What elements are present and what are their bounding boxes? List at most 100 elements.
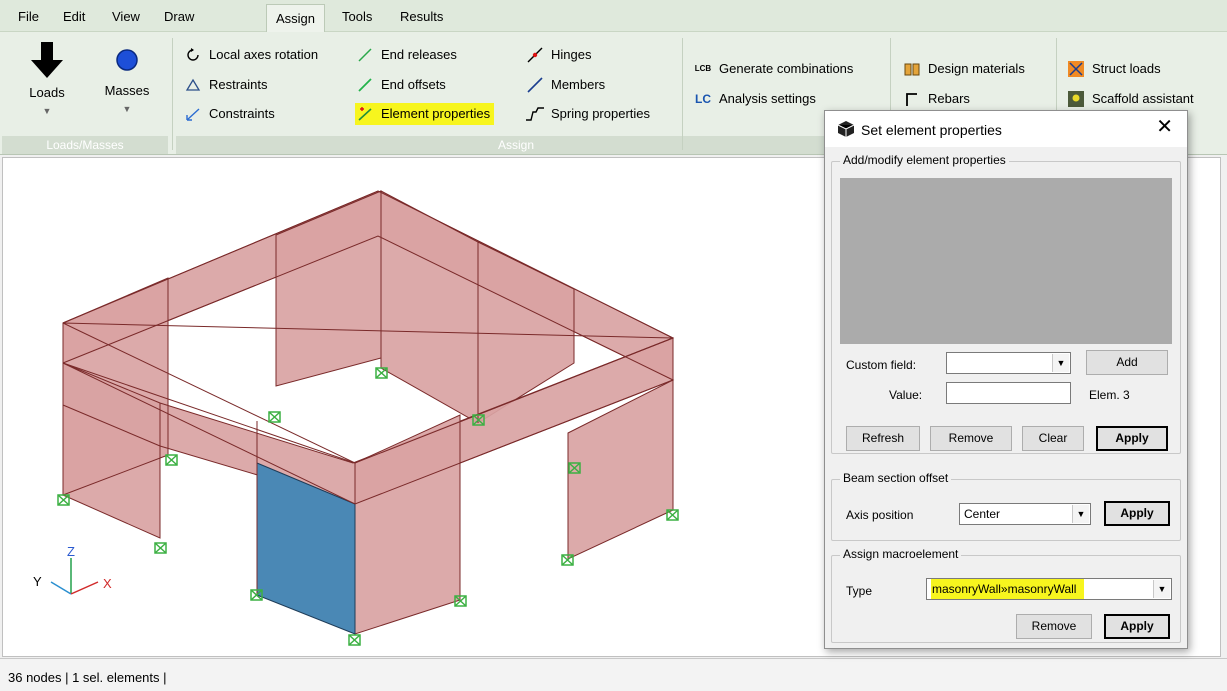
analysis-settings-button[interactable]: LC Analysis settings [693,88,816,110]
axis-z-label: Z [67,544,75,559]
group-label-assign: Assign [176,136,856,154]
hinges-button[interactable]: Hinges [525,44,591,66]
menu-tools[interactable]: Tools [336,9,378,29]
members-label: Members [551,77,606,92]
dialog-titlebar[interactable]: Set element properties ✕ [825,111,1187,147]
custom-field-dropdown[interactable]: ▼ [946,352,1071,374]
element-properties-label: Element properties [381,106,491,121]
scaffold-icon [1066,90,1086,108]
end-releases-label: End releases [381,47,457,62]
beam-offset-group: Beam section offset Axis position Center… [831,471,1181,541]
rotate-icon [183,46,203,64]
axis-position-label: Axis position [846,508,914,522]
scaffold-assistant-label: Scaffold assistant [1092,91,1194,106]
spring-properties-label: Spring properties [551,106,650,121]
dialog-title: Set element properties [861,122,1002,138]
rebars-button[interactable]: Rebars [902,88,970,110]
design-materials-button[interactable]: Design materials [902,58,1025,80]
rebars-label: Rebars [928,91,970,106]
scaffold-assistant-button[interactable]: Scaffold assistant [1066,88,1194,110]
macroelement-type-dropdown[interactable]: masonryWall»masonryWall ▼ [926,578,1172,600]
add-modify-group: Add/modify element properties Custom fie… [831,153,1181,454]
masses-button[interactable]: Masses ▼ [96,44,158,114]
properties-grid[interactable] [840,178,1172,344]
local-axes-rotation-label: Local axes rotation [209,47,319,62]
type-label: Type [846,584,873,598]
menu-view[interactable]: View [106,9,146,29]
support-icon [165,454,178,466]
close-icon[interactable]: ✕ [1156,117,1173,137]
lc-icon: LC [695,92,711,106]
status-bar: 36 nodes | 1 sel. elements | [0,658,1227,691]
spring-icon [525,105,545,123]
menu-file[interactable]: File [12,9,45,29]
value-input[interactable] [946,382,1071,404]
lcb-icon: LCB [694,64,712,73]
menu-results[interactable]: Results [394,9,449,29]
macroelement-legend: Assign macroelement [840,547,962,561]
menu-bar: File Edit View Draw Assign Tools Results [0,0,1227,33]
local-axes-rotation-button[interactable]: Local axes rotation [183,44,318,66]
axes-triad-icon: Z Y X [33,544,112,595]
axis-y-label: Y [33,574,42,589]
hinges-label: Hinges [551,47,592,62]
loads-button[interactable]: Loads ▼ [16,40,78,116]
macroelement-apply-button[interactable]: Apply [1104,614,1170,639]
chevron-down-icon: ▼ [1153,580,1170,598]
group-label-loads-masses: Loads/Masses [2,136,168,154]
status-text: 36 nodes | 1 sel. elements | [8,670,167,685]
add-modify-legend: Add/modify element properties [840,153,1009,167]
macroelement-remove-button[interactable]: Remove [1016,614,1092,639]
struct-loads-label: Struct loads [1092,61,1161,76]
book-icon [902,60,922,78]
clear-button[interactable]: Clear [1022,426,1084,451]
end-offsets-button[interactable]: End offsets [355,74,446,96]
axis-position-dropdown[interactable]: Center ▼ [959,503,1091,525]
divider [682,38,683,150]
beam-offset-apply-button[interactable]: Apply [1104,501,1170,526]
add-button[interactable]: Add [1086,350,1168,375]
custom-field-label: Custom field: [846,358,917,372]
elem-count: Elem. 3 [1089,388,1130,402]
end-offsets-icon [355,76,375,94]
support-icon [154,542,167,554]
axis-x-label: X [103,576,112,591]
apply-button[interactable]: Apply [1096,426,1168,451]
restraints-label: Restraints [209,77,268,92]
chevron-down-icon: ▼ [1052,354,1069,372]
value-label: Value: [889,388,923,402]
remove-button[interactable]: Remove [930,426,1012,451]
masses-label: Masses [104,83,150,98]
cube-icon [837,120,855,141]
support-icon [666,509,679,521]
constraints-label: Constraints [209,106,275,121]
restraints-button[interactable]: Restraints [183,74,268,96]
constraints-button[interactable]: Constraints [183,103,275,125]
design-materials-label: Design materials [928,61,1025,76]
loads-label: Loads [29,85,65,100]
end-releases-icon [355,46,375,64]
end-releases-button[interactable]: End releases [355,44,457,66]
spring-properties-button[interactable]: Spring properties [525,103,650,125]
menu-draw[interactable]: Draw [158,9,200,29]
end-offsets-label: End offsets [381,77,446,92]
support-icon [57,494,70,506]
chevron-down-icon: ▼ [42,106,52,116]
hinges-icon [525,46,545,64]
down-arrow-icon [31,42,63,78]
members-icon [525,76,545,94]
menu-edit[interactable]: Edit [57,9,91,29]
chevron-down-icon: ▼ [1072,505,1089,523]
constraint-icon [183,105,203,123]
struct-loads-button[interactable]: Struct loads [1066,58,1161,80]
element-properties-icon [355,105,375,123]
generate-combinations-button[interactable]: LCB Generate combinations [693,58,854,80]
members-button[interactable]: Members [525,74,605,96]
set-element-properties-dialog: Set element properties ✕ Add/modify elem… [824,110,1188,649]
analysis-settings-label: Analysis settings [719,91,816,106]
rebar-icon [902,90,922,108]
restraint-triangle-icon [183,76,203,94]
element-properties-button[interactable]: Element properties [355,103,495,125]
refresh-button[interactable]: Refresh [846,426,920,451]
menu-assign[interactable]: Assign [266,4,326,33]
